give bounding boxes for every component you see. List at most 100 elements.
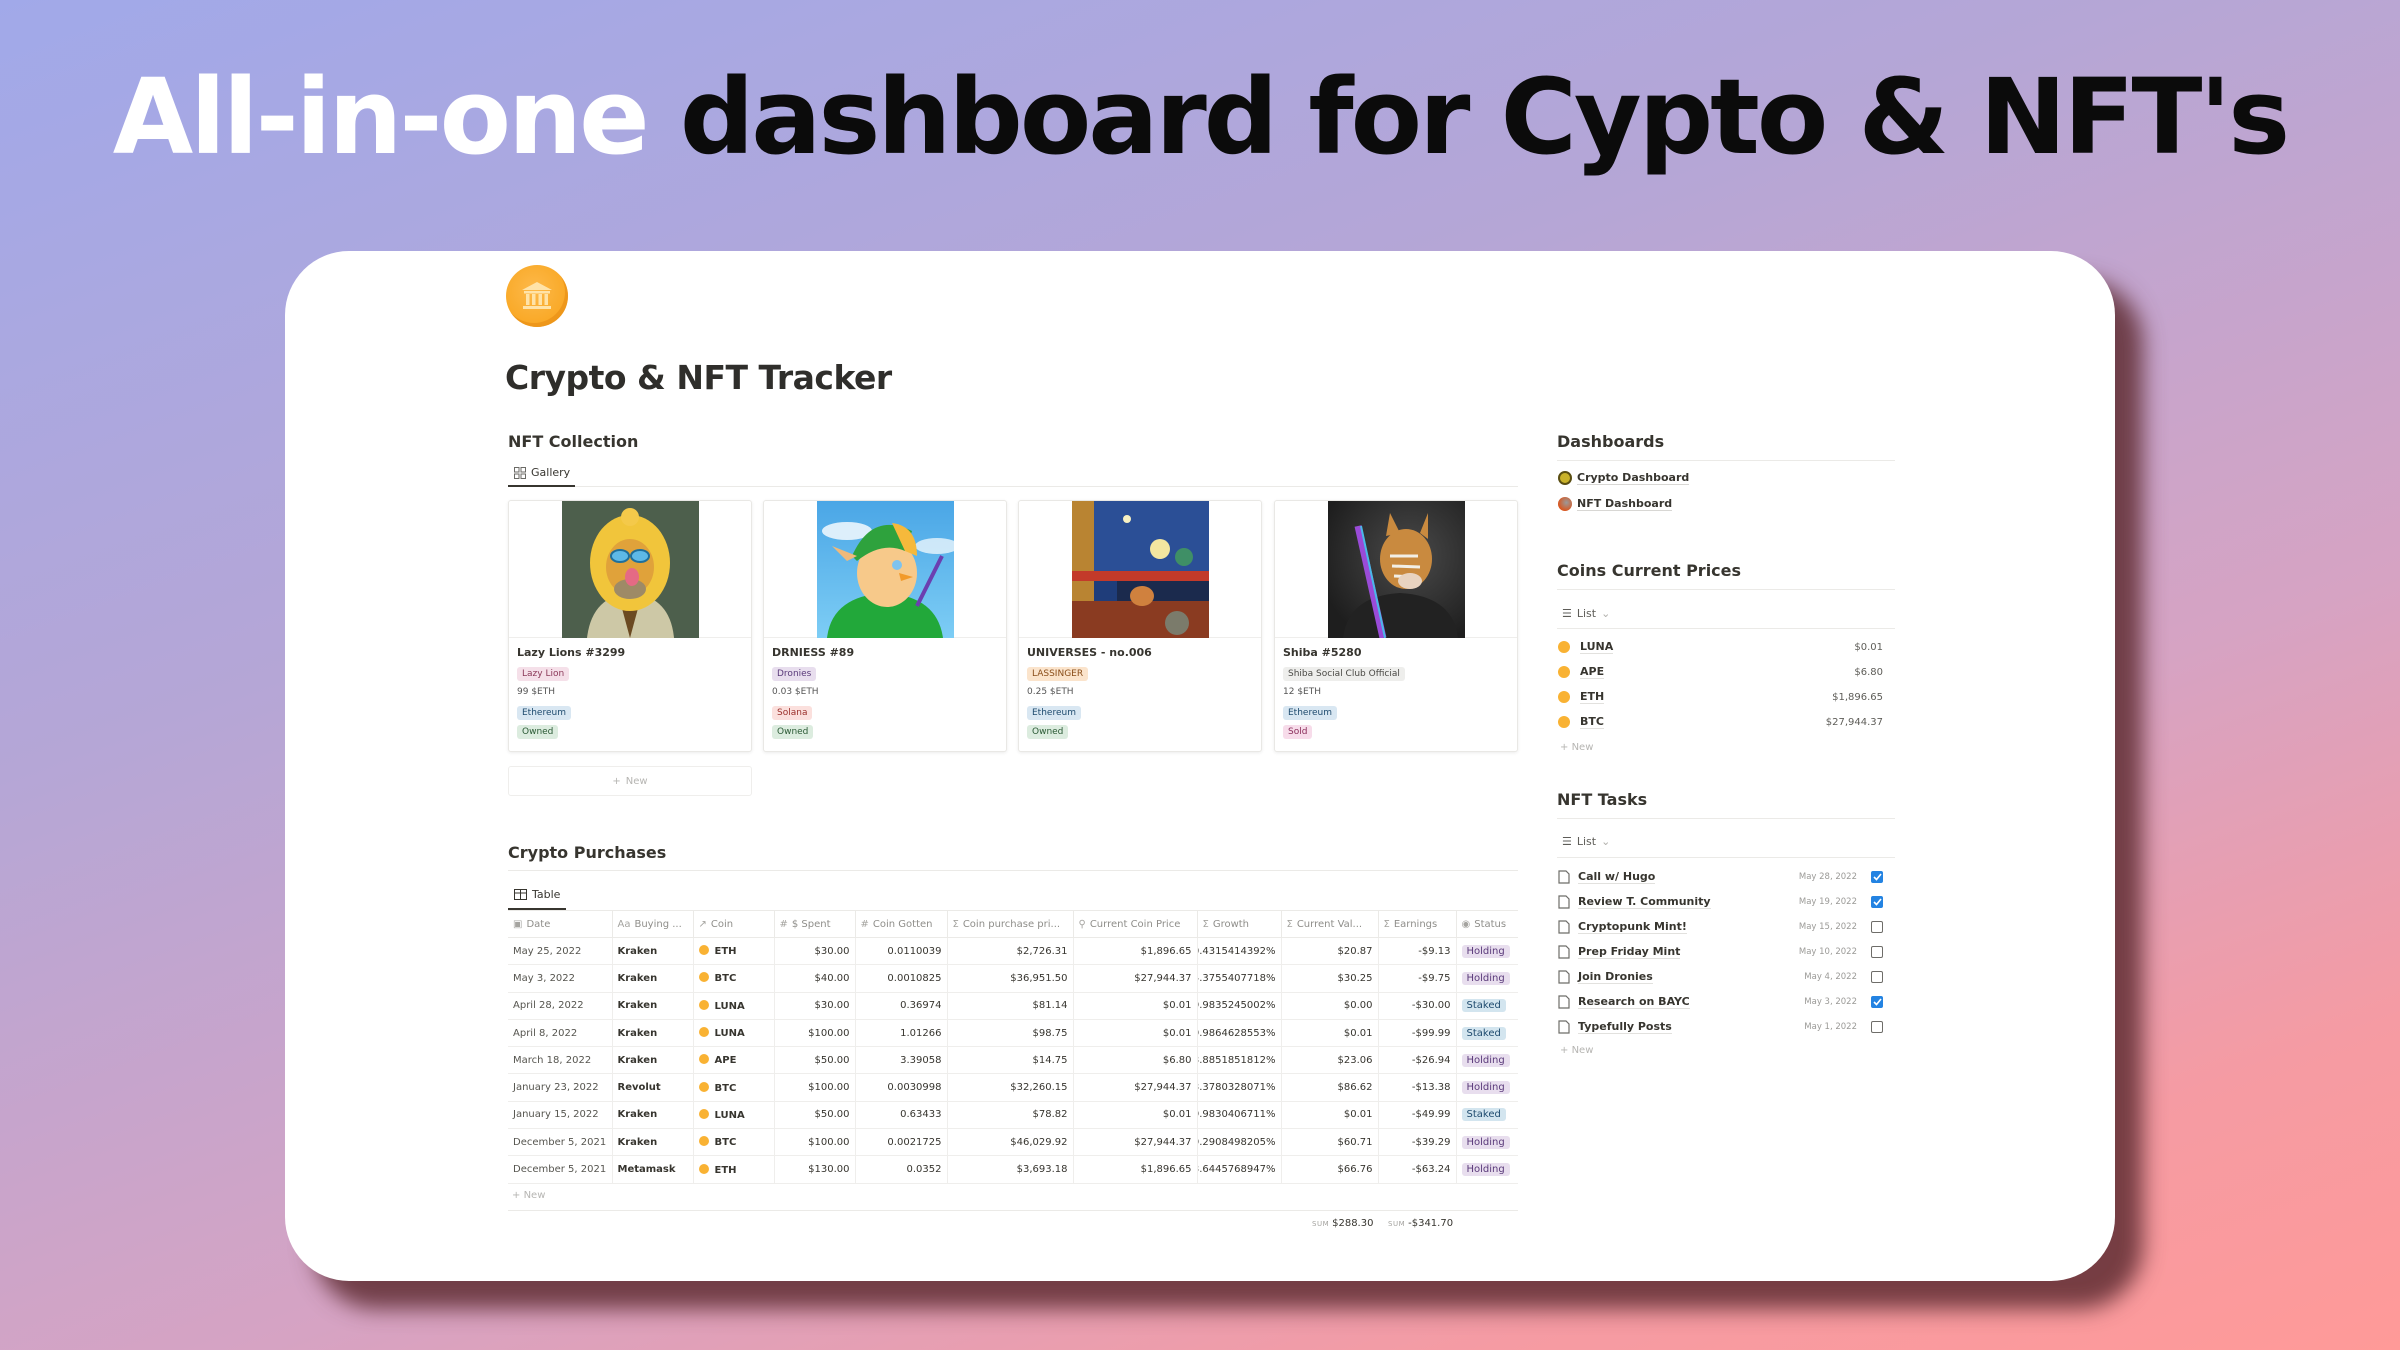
current-price-cell[interactable]: $27,944.37 [1073,1128,1198,1157]
growth-cell[interactable]: 9.9835245002% [1197,992,1282,1020]
exchange-cell[interactable]: Kraken [612,1019,694,1048]
coins-list-view-tab[interactable]: ☰ List ⌄ [1562,607,1610,620]
task-checkbox[interactable] [1871,1021,1883,1033]
growth-cell[interactable]: 3.8851851812% [1197,1046,1282,1075]
coin-price-item[interactable]: ETH $1,896.65 [1558,686,1883,708]
exchange-cell[interactable]: Kraken [612,964,694,993]
task-item[interactable]: Join Dronies May 4, 2022 [1558,966,1883,988]
coin-gotten-cell[interactable]: 1.01266 [855,1019,948,1048]
column-header-current-price[interactable]: ⚲ Current Coin Price [1073,910,1198,938]
table-row[interactable]: April 8, 2022 Kraken LUNA $100.00 1.01266 $98… [508,1019,1518,1048]
current-value-cell[interactable]: $0.00 [1281,992,1379,1020]
current-value-cell[interactable]: $86.62 [1281,1073,1379,1102]
coin-gotten-cell[interactable]: 0.0021725 [855,1128,948,1157]
task-checkbox[interactable] [1871,971,1883,983]
growth-cell[interactable]: 0.4315414392% [1197,937,1282,966]
coin-cell[interactable]: BTC [693,1128,775,1157]
status-cell[interactable]: Holding [1456,1073,1518,1102]
coin-gotten-cell[interactable]: 0.0110039 [855,937,948,966]
nft-card[interactable]: Lazy Lions #3299 Lazy Lion 99 $ETH Ether… [508,500,752,752]
gallery-new-button[interactable]: + New [508,766,752,796]
date-cell[interactable]: January 23, 2022 [508,1073,613,1102]
table-row[interactable]: May 25, 2022 Kraken ETH $30.00 0.0110039 $2,7… [508,937,1518,966]
purchase-price-cell[interactable]: $2,726.31 [947,937,1074,966]
current-price-cell[interactable]: $27,944.37 [1073,1073,1198,1102]
coin-gotten-cell[interactable]: 3.39058 [855,1046,948,1075]
coin-cell[interactable]: LUNA [693,992,775,1020]
current-price-cell[interactable]: $1,896.65 [1073,1155,1198,1184]
table-view-tab[interactable]: Table [514,888,560,901]
date-cell[interactable]: May 25, 2022 [508,937,613,966]
growth-cell[interactable]: 4.3755407718% [1197,964,1282,993]
task-checkbox[interactable] [1871,871,1883,883]
task-item[interactable]: Review T. Community May 19, 2022 [1558,891,1883,913]
exchange-cell[interactable]: Kraken [612,992,694,1020]
date-cell[interactable]: December 5, 2021 [508,1128,613,1157]
current-value-cell[interactable]: $0.01 [1281,1019,1379,1048]
spent-cell[interactable]: $30.00 [774,937,856,966]
coin-cell[interactable]: LUNA [693,1019,775,1048]
date-cell[interactable]: May 3, 2022 [508,964,613,993]
current-price-cell[interactable]: $0.01 [1073,1019,1198,1048]
spent-cell[interactable]: $40.00 [774,964,856,993]
growth-cell[interactable]: 9.9830406711% [1197,1101,1282,1130]
growth-cell[interactable]: 9.2908498205% [1197,1128,1282,1157]
purchase-price-cell[interactable]: $81.14 [947,992,1074,1020]
tasks-list-view-tab[interactable]: ☰ List ⌄ [1562,835,1610,848]
table-new-row-button[interactable]: + New [512,1190,545,1201]
growth-cell[interactable]: 3.6445768947% [1197,1155,1282,1184]
column-header-exchange[interactable]: Aa Buying ... [612,910,694,938]
current-value-cell[interactable]: $30.25 [1281,964,1379,993]
column-header-coin-gotten[interactable]: # Coin Gotten [855,910,948,938]
purchase-price-cell[interactable]: $78.82 [947,1101,1074,1130]
task-checkbox[interactable] [1871,996,1883,1008]
purchase-price-cell[interactable]: $14.75 [947,1046,1074,1075]
column-header-purchase-price[interactable]: Σ Coin purchase pri... [947,910,1074,938]
task-item[interactable]: Call w/ Hugo May 28, 2022 [1558,866,1883,888]
table-row[interactable]: April 28, 2022 Kraken LUNA $30.00 0.36974 $81… [508,992,1518,1020]
coin-cell[interactable]: ETH [693,937,775,966]
column-header-earnings[interactable]: Σ Earnings [1378,910,1457,938]
coin-gotten-cell[interactable]: 0.0010825 [855,964,948,993]
status-cell[interactable]: Holding [1456,937,1518,966]
current-value-cell[interactable]: $66.76 [1281,1155,1379,1184]
exchange-cell[interactable]: Kraken [612,1128,694,1157]
tasks-new-button[interactable]: + New [1560,1045,1593,1056]
column-header-date[interactable]: ▣ Date [508,910,613,938]
earnings-cell[interactable]: -$49.99 [1378,1101,1457,1130]
task-checkbox[interactable] [1871,921,1883,933]
earnings-cell[interactable]: -$30.00 [1378,992,1457,1020]
exchange-cell[interactable]: Revolut [612,1073,694,1102]
spent-cell[interactable]: $50.00 [774,1046,856,1075]
exchange-cell[interactable]: Metamask [612,1155,694,1184]
status-cell[interactable]: Staked [1456,1019,1518,1048]
exchange-cell[interactable]: Kraken [612,937,694,966]
column-header-status[interactable]: ◉ Status [1456,910,1518,938]
status-cell[interactable]: Staked [1456,992,1518,1020]
gallery-view-tab[interactable]: Gallery [514,466,570,479]
current-price-cell[interactable]: $1,896.65 [1073,937,1198,966]
current-price-cell[interactable]: $27,944.37 [1073,964,1198,993]
growth-cell[interactable]: 9.9864628553% [1197,1019,1282,1048]
coin-cell[interactable]: ETH [693,1155,775,1184]
current-value-cell[interactable]: $0.01 [1281,1101,1379,1130]
spent-cell[interactable]: $30.00 [774,992,856,1020]
task-checkbox[interactable] [1871,896,1883,908]
current-value-cell[interactable]: $23.06 [1281,1046,1379,1075]
date-cell[interactable]: March 18, 2022 [508,1046,613,1075]
spent-cell[interactable]: $100.00 [774,1019,856,1048]
column-header-current-value[interactable]: Σ Current Val... [1281,910,1379,938]
current-price-cell[interactable]: $0.01 [1073,992,1198,1020]
nft-card[interactable]: UNIVERSES - no.006 LASSINGER 0.25 $ETH E… [1018,500,1262,752]
earnings-cell[interactable]: -$63.24 [1378,1155,1457,1184]
spent-cell[interactable]: $100.00 [774,1073,856,1102]
status-cell[interactable]: Staked [1456,1101,1518,1130]
earnings-cell[interactable]: -$13.38 [1378,1073,1457,1102]
table-row[interactable]: December 5, 2021 Kraken BTC $100.00 0.002172… [508,1128,1518,1157]
status-cell[interactable]: Holding [1456,1128,1518,1157]
earnings-cell[interactable]: -$26.94 [1378,1046,1457,1075]
date-cell[interactable]: April 8, 2022 [508,1019,613,1048]
coins-new-button[interactable]: + New [1560,742,1593,753]
purchase-price-cell[interactable]: $98.75 [947,1019,1074,1048]
coin-cell[interactable]: APE [693,1046,775,1075]
